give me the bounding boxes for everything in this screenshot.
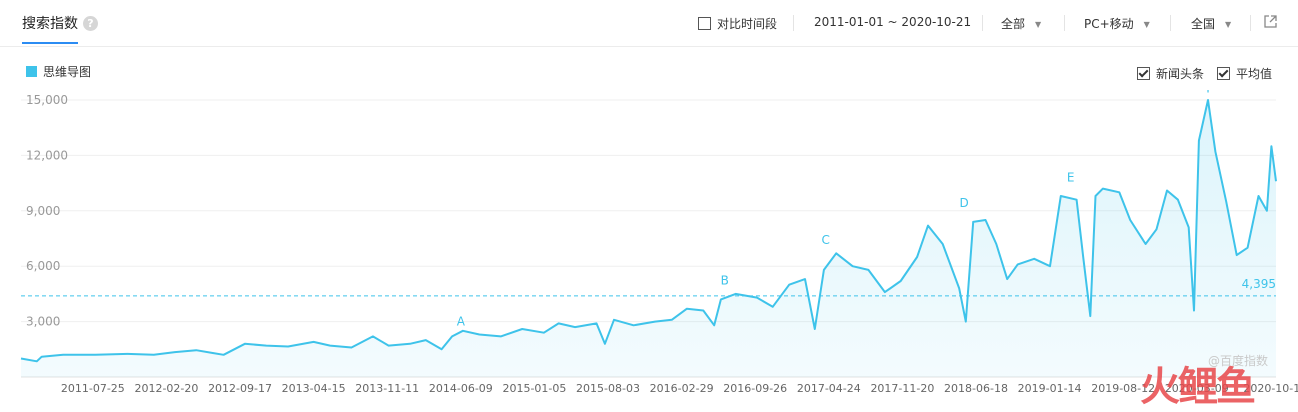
caret-down-icon: ▼: [1225, 20, 1232, 29]
area-value: 全国: [1191, 17, 1216, 31]
divider: [1250, 15, 1251, 31]
search-index-chart: 3,000 6,000 9,000 12,000 15,000 4,395 A B C D E F…: [20, 90, 1298, 395]
divider: [1170, 15, 1171, 31]
annotation-marker-d[interactable]: D: [959, 196, 968, 210]
news-checkbox[interactable]: [1137, 67, 1150, 80]
caret-down-icon: ▼: [1143, 20, 1150, 29]
divider: [1064, 15, 1065, 31]
y-tick-label: 9,000: [26, 204, 60, 218]
legend-swatch[interactable]: [26, 66, 37, 77]
x-tick-label: 2013-04-15: [282, 382, 346, 395]
legend-label[interactable]: 思维导图: [43, 63, 91, 80]
news-label: 新闻头条: [1156, 67, 1205, 81]
annotation-marker-e[interactable]: E: [1067, 170, 1075, 184]
x-tick-label: 2016-09-26: [723, 382, 787, 395]
annotation-marker-c[interactable]: C: [821, 233, 829, 247]
help-icon[interactable]: ?: [83, 16, 98, 31]
average-checkbox[interactable]: [1217, 67, 1230, 80]
y-tick-label: 3,000: [26, 315, 60, 329]
y-tick-label: 6,000: [26, 259, 60, 273]
watermark-text: @百度指数: [1208, 354, 1269, 368]
x-tick-label: 2011-07-25: [61, 382, 125, 395]
compare-period-toggle[interactable]: 对比时间段: [698, 15, 777, 32]
device-value: PC+移动: [1084, 17, 1134, 31]
divider: [793, 15, 794, 31]
header-bar: 搜索指数 ? 对比时间段 2011-01-01 ~ 2020-10-21 全部 ▼…: [0, 0, 1298, 47]
share-icon[interactable]: [1263, 14, 1278, 29]
y-tick-label: 15,000: [26, 93, 68, 107]
scope-dropdown[interactable]: 全部 ▼: [1001, 15, 1041, 32]
compare-checkbox[interactable]: [698, 17, 711, 30]
annotation-marker-a[interactable]: A: [457, 314, 466, 328]
news-toggle[interactable]: 新闻头条: [1137, 65, 1204, 82]
x-tick-label: 2017-11-20: [870, 382, 934, 395]
annotation-marker-f[interactable]: F: [1206, 90, 1213, 96]
x-tick-label: 2017-04-24: [797, 382, 861, 395]
average-value-label: 4,395: [1242, 277, 1276, 291]
caret-down-icon: ▼: [1035, 20, 1042, 29]
x-tick-label: 2019-01-14: [1018, 382, 1082, 395]
x-tick-label: 2013-11-11: [355, 382, 419, 395]
scope-value: 全部: [1001, 17, 1026, 31]
y-tick-label: 12,000: [26, 148, 68, 162]
compare-label: 对比时间段: [717, 17, 778, 31]
x-tick-label: 2014-06-09: [429, 382, 493, 395]
x-tick-label: 2018-06-18: [944, 382, 1008, 395]
date-range-picker[interactable]: 2011-01-01 ~ 2020-10-21: [814, 15, 971, 29]
x-tick-label: 2016-02-29: [650, 382, 714, 395]
series-area: [21, 100, 1276, 377]
annotation-marker-b[interactable]: B: [721, 274, 729, 288]
page-title[interactable]: 搜索指数: [22, 13, 78, 44]
divider: [982, 15, 983, 31]
x-tick-label: 2015-08-03: [576, 382, 640, 395]
average-label: 平均值: [1236, 67, 1273, 81]
x-tick-label: 2015-01-05: [502, 382, 566, 395]
x-tick-label: 2012-02-20: [134, 382, 198, 395]
device-dropdown[interactable]: PC+移动 ▼: [1084, 15, 1150, 32]
area-dropdown[interactable]: 全国 ▼: [1191, 15, 1231, 32]
x-tick-label: 2012-09-17: [208, 382, 272, 395]
average-toggle[interactable]: 平均值: [1217, 65, 1272, 82]
